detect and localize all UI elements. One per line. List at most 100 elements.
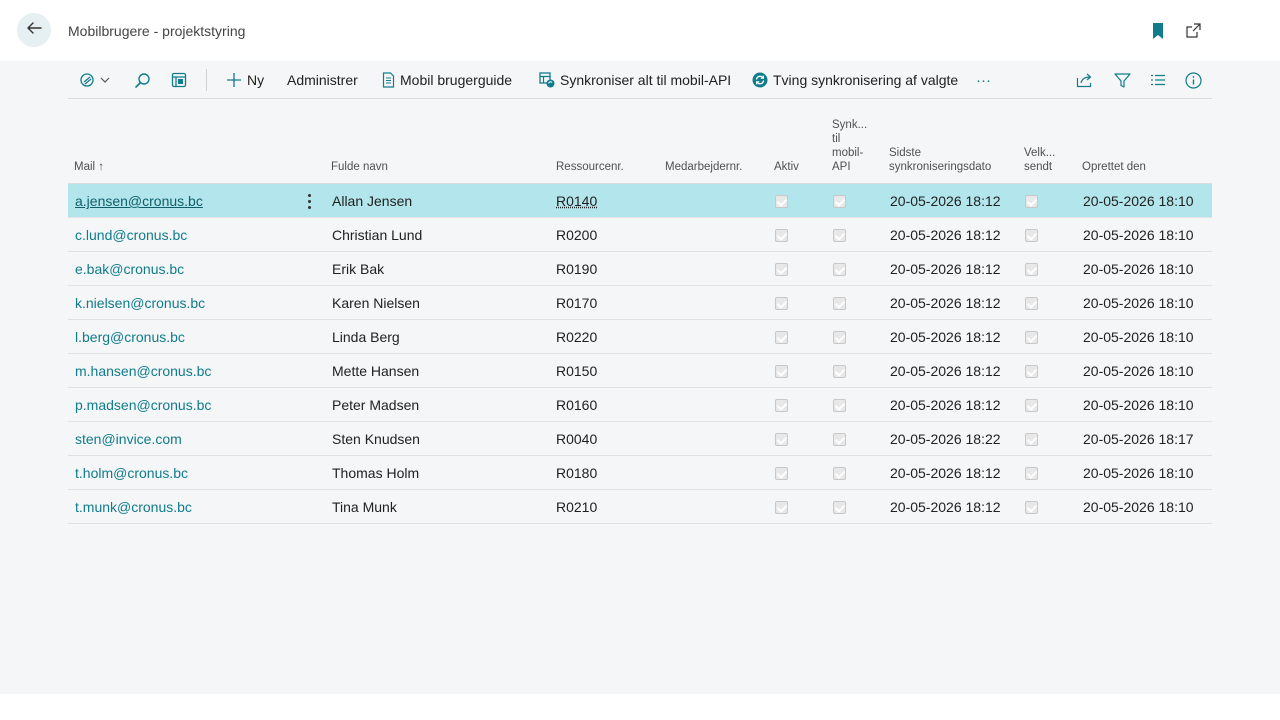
cell-last-sync-date: 20-05-2026 18:22 [890, 431, 1001, 447]
cell-created-on: 20-05-2026 18:10 [1083, 363, 1194, 379]
cell-resource-no[interactable]: R0180 [556, 465, 597, 481]
column-header-employee-no[interactable]: Medarbejdernr. [665, 160, 742, 174]
force-sync-selected-button[interactable]: Tving synkronisering af valgte [752, 70, 958, 90]
document-icon [382, 72, 395, 88]
table-body: a.jensen@cronus.bc Allan Jensen R0140 20-05… [68, 184, 1212, 524]
column-header-created-on[interactable]: Oprettet den [1082, 160, 1146, 174]
column-header-last-sync-date[interactable]: Sidste synkroniseringsdato [889, 146, 991, 174]
dot [308, 194, 311, 197]
share-button[interactable] [1076, 70, 1094, 90]
cell-resource-no[interactable]: R0160 [556, 397, 597, 413]
table-row[interactable]: p.madsen@cronus.bc Peter Madsen R0160 20-05… [68, 388, 1212, 422]
cell-mail[interactable]: m.hansen@cronus.bc [75, 363, 211, 379]
cell-resource-no[interactable]: R0170 [556, 295, 597, 311]
cell-mail[interactable]: t.munk@cronus.bc [75, 499, 192, 515]
manage-menu[interactable]: Administrer [287, 70, 358, 90]
column-header-mail[interactable]: Mail ↑ [74, 160, 104, 174]
header-line: Sidste [889, 147, 921, 159]
table-row[interactable]: l.berg@cronus.bc Linda Berg R0220 20-05-202… [68, 320, 1212, 354]
cell-last-sync-date: 20-05-2026 18:12 [890, 227, 1001, 243]
open-in-new-window-icon [1185, 23, 1202, 43]
table-row[interactable]: k.nielsen@cronus.bc Karen Nielsen R0170 20-… [68, 286, 1212, 320]
cell-mail[interactable]: k.nielsen@cronus.bc [75, 295, 205, 311]
sync-to-api-checkbox [833, 433, 846, 446]
cell-mail[interactable]: a.jensen@cronus.bc [75, 193, 203, 209]
cell-created-on: 20-05-2026 18:10 [1083, 261, 1194, 277]
cell-mail[interactable]: c.lund@cronus.bc [75, 227, 187, 243]
table-row[interactable]: a.jensen@cronus.bc Allan Jensen R0140 20-05… [68, 184, 1212, 218]
cell-resource-no[interactable]: R0220 [556, 329, 597, 345]
sync-all-button[interactable]: Synkroniser alt til mobil-API [539, 70, 731, 90]
sync-to-api-checkbox [833, 467, 846, 480]
sync-to-api-checkbox [833, 399, 846, 412]
table-header: Mail ↑ Fulde navn Ressourcenr. Medarbejd… [68, 111, 1212, 184]
table-row[interactable]: sten@invice.com Sten Knudsen R0040 20-05-20… [68, 422, 1212, 456]
column-header-sync-to-mobile-api[interactable]: Synk... til mobil- API [832, 118, 867, 174]
edit-list-button[interactable] [171, 70, 187, 90]
cell-resource-no[interactable]: R0150 [556, 363, 597, 379]
search-button[interactable] [134, 70, 151, 90]
info-button[interactable] [1185, 70, 1202, 90]
active-checkbox [775, 501, 788, 514]
welcome-sent-checkbox [1025, 399, 1038, 412]
info-icon [1185, 71, 1202, 89]
page-title: Mobilbrugere - projektstyring [68, 23, 246, 39]
views-icon [80, 72, 112, 88]
cell-mail[interactable]: sten@invice.com [75, 431, 182, 447]
active-checkbox [775, 467, 788, 480]
table-row[interactable]: t.munk@cronus.bc Tina Munk R0210 20-05-2026… [68, 490, 1212, 524]
cell-full-name: Mette Hansen [332, 363, 420, 379]
cell-last-sync-date: 20-05-2026 18:12 [890, 193, 1001, 209]
cell-mail[interactable]: p.madsen@cronus.bc [75, 397, 211, 413]
mobile-user-guide-button[interactable]: Mobil brugerguide [382, 70, 512, 90]
filter-button[interactable] [1114, 70, 1131, 90]
cell-resource-no[interactable]: R0040 [556, 431, 597, 447]
back-button[interactable] [17, 13, 51, 47]
more-options-button[interactable]: ··· [976, 70, 991, 90]
sync-all-icon [539, 72, 555, 88]
dot [308, 200, 311, 203]
cell-last-sync-date: 20-05-2026 18:12 [890, 295, 1001, 311]
cell-full-name: Peter Madsen [332, 397, 420, 413]
toolbar-separator [206, 69, 207, 91]
sync-all-label: Synkroniser alt til mobil-API [560, 72, 732, 88]
sync-to-api-checkbox [833, 229, 846, 242]
new-button-label: Ny [247, 72, 265, 88]
active-checkbox [775, 263, 788, 276]
cell-resource-no[interactable]: R0210 [556, 499, 597, 515]
content-area: Ny Administrer Mobil brugerguide Synkron… [0, 61, 1280, 694]
cell-resource-no[interactable]: R0190 [556, 261, 597, 277]
sync-to-api-checkbox [833, 263, 846, 276]
sync-to-api-checkbox [833, 195, 846, 208]
table-row[interactable]: m.hansen@cronus.bc Mette Hansen R0150 20-05… [68, 354, 1212, 388]
column-header-welcome-sent[interactable]: Velk... sendt [1024, 146, 1055, 174]
dot [308, 206, 311, 209]
cell-mail[interactable]: t.holm@cronus.bc [75, 465, 188, 481]
row-actions-menu[interactable] [304, 191, 314, 211]
cell-mail[interactable]: l.berg@cronus.bc [75, 329, 185, 345]
table-row[interactable]: t.holm@cronus.bc Thomas Holm R0180 20-05-20… [68, 456, 1212, 490]
cell-created-on: 20-05-2026 18:10 [1083, 397, 1194, 413]
sync-to-api-checkbox [833, 297, 846, 310]
column-header-resource-no[interactable]: Ressourcenr. [556, 160, 624, 174]
open-new-window-button[interactable] [1185, 22, 1202, 44]
cell-mail[interactable]: e.bak@cronus.bc [75, 261, 184, 277]
welcome-sent-checkbox [1025, 331, 1038, 344]
refresh-icon [752, 72, 768, 88]
new-button[interactable]: Ny [226, 70, 264, 90]
welcome-sent-checkbox [1025, 365, 1038, 378]
cell-resource-no[interactable]: R0140 [556, 193, 597, 209]
cell-full-name: Tina Munk [332, 499, 397, 515]
views-button[interactable] [80, 70, 112, 90]
column-header-full-name[interactable]: Fulde navn [331, 160, 388, 174]
cell-created-on: 20-05-2026 18:17 [1083, 431, 1194, 447]
bookmark-button[interactable] [1151, 22, 1165, 45]
cell-created-on: 20-05-2026 18:10 [1083, 329, 1194, 345]
table-row[interactable]: e.bak@cronus.bc Erik Bak R0190 20-05-2026 1… [68, 252, 1212, 286]
cell-resource-no[interactable]: R0200 [556, 227, 597, 243]
top-bar: Mobilbrugere - projektstyring [0, 0, 1280, 61]
column-header-active[interactable]: Aktiv [774, 160, 799, 174]
table-row[interactable]: c.lund@cronus.bc Christian Lund R0200 20-05… [68, 218, 1212, 252]
edit-list-icon [171, 72, 187, 88]
list-view-button[interactable] [1150, 70, 1166, 90]
